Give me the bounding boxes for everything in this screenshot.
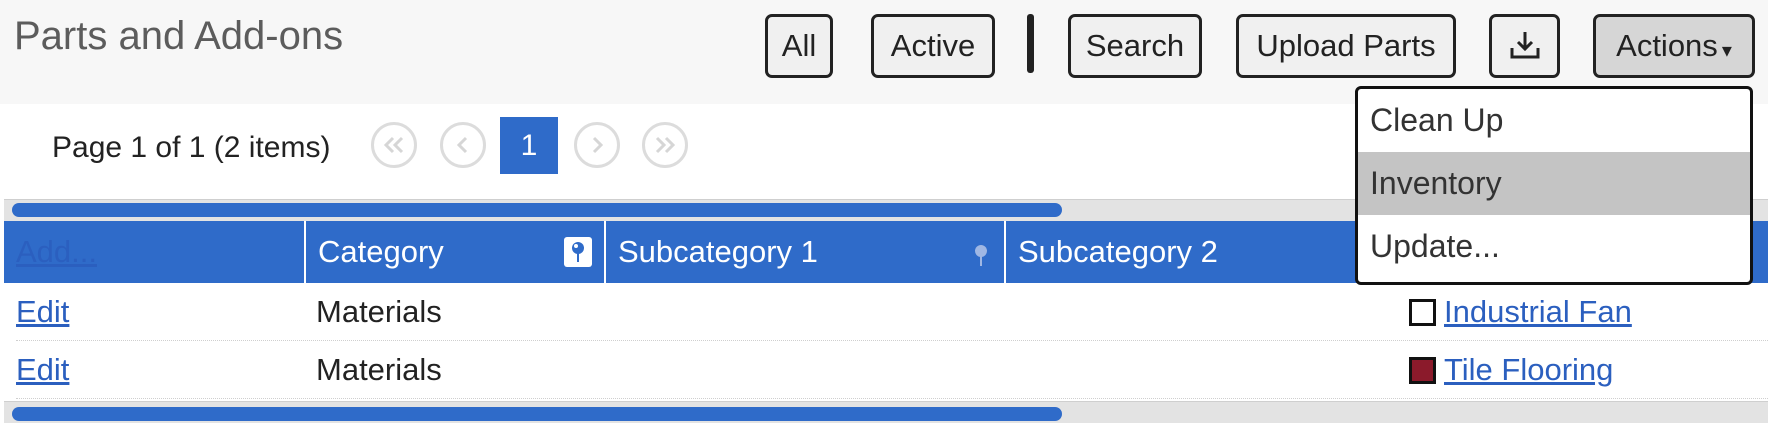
chevron-down-icon: ▾ (1721, 39, 1732, 62)
menu-item-inventory[interactable]: Inventory (1358, 152, 1750, 215)
last-page-icon[interactable] (642, 122, 688, 168)
first-page-icon[interactable] (371, 122, 417, 168)
actions-dropdown-menu: Clean Up Inventory Update... (1355, 86, 1753, 285)
table-row: Edit Materials Tile Flooring (16, 341, 1768, 399)
pager-summary: Page 1 of 1 (2 items) (52, 131, 331, 164)
download-button[interactable] (1489, 14, 1560, 78)
actions-label: Actions (1616, 28, 1718, 63)
menu-item-clean-up[interactable]: Clean Up (1358, 89, 1750, 152)
previous-page-icon[interactable] (440, 122, 486, 168)
filter-pin-icon[interactable] (972, 240, 990, 276)
toolbar-divider (1027, 14, 1034, 73)
next-page-icon[interactable] (574, 122, 620, 168)
search-button[interactable]: Search (1068, 14, 1202, 78)
edit-link[interactable]: Edit (16, 341, 69, 399)
bottom-horizontal-scrollbar[interactable] (4, 401, 1768, 423)
color-swatch (1409, 298, 1436, 326)
column-subcategory-1[interactable]: Subcategory 1 (604, 221, 1004, 283)
page-title: Parts and Add-ons (14, 14, 344, 58)
current-page-button[interactable]: 1 (500, 117, 558, 174)
upload-parts-button[interactable]: Upload Parts (1236, 14, 1456, 78)
scrollbar-thumb[interactable] (12, 203, 1062, 217)
category-cell: Materials (316, 352, 442, 387)
part-name-cell: Tile Flooring (1409, 341, 1613, 399)
column-subcategory-1-label: Subcategory 1 (618, 234, 818, 269)
column-add[interactable]: Add... (4, 221, 304, 283)
part-name-link[interactable]: Tile Flooring (1444, 352, 1613, 388)
column-category-label: Category (318, 234, 444, 269)
menu-item-update[interactable]: Update... (1358, 215, 1750, 278)
column-category[interactable]: Category (304, 221, 604, 283)
table-row: Edit Materials Industrial Fan (16, 283, 1768, 341)
category-cell: Materials (316, 294, 442, 329)
actions-menu-button[interactable]: Actions ▾ (1593, 14, 1755, 78)
filter-active-button[interactable]: Active (871, 14, 995, 78)
color-swatch (1409, 356, 1436, 384)
filter-all-button[interactable]: All (765, 14, 833, 78)
scrollbar-thumb[interactable] (12, 407, 1062, 421)
download-tray-icon (1510, 32, 1539, 59)
part-name-cell: Industrial Fan (1409, 283, 1632, 341)
part-name-link[interactable]: Industrial Fan (1444, 294, 1632, 330)
filter-pin-icon[interactable] (564, 237, 592, 267)
edit-link[interactable]: Edit (16, 283, 69, 341)
